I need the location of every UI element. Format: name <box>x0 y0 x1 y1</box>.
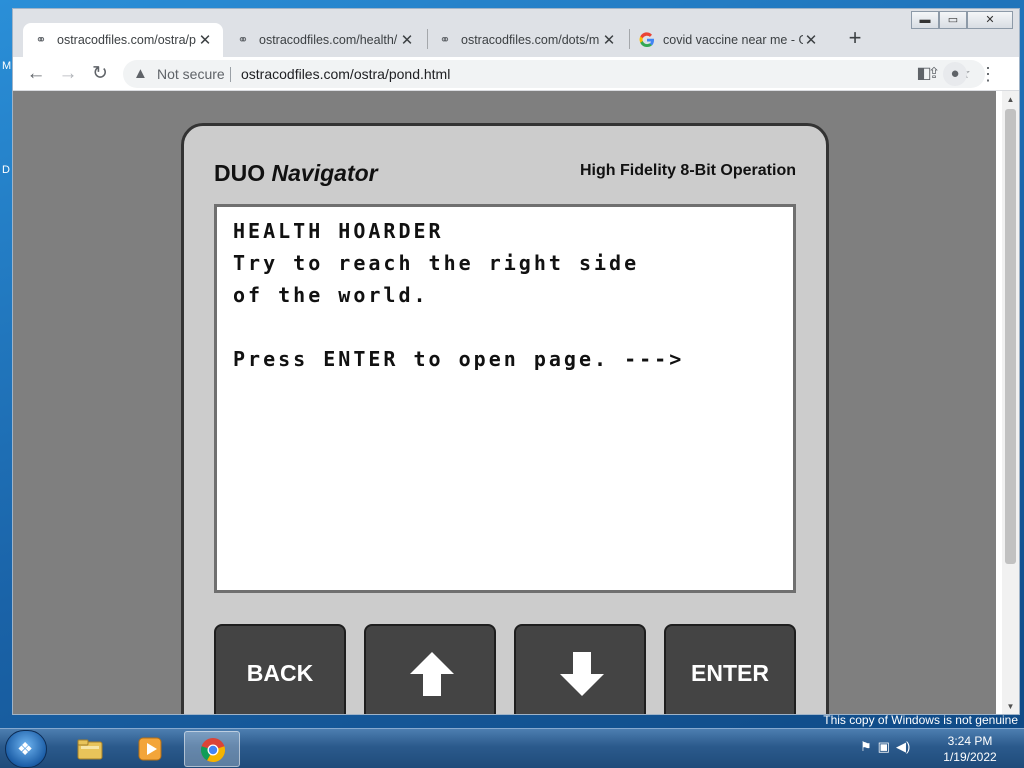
windows-taskbar: ❖ ⚑ ▣ ◀) 3:24 PM 1/19/2022 <box>0 728 1024 768</box>
window-controls: ▬ ▭ ✕ <box>911 11 1013 29</box>
taskbar-media-player[interactable] <box>122 731 178 767</box>
windows-genuine-notice: This copy of Windows is not genuine <box>823 713 1018 727</box>
duo-navigator-device: DUO Navigator High Fidelity 8-Bit Operat… <box>181 123 829 714</box>
profile-avatar-icon[interactable]: ● <box>943 62 967 86</box>
device-subtitle: High Fidelity 8-Bit Operation <box>579 162 796 179</box>
tab-title: covid vaccine near me - G <box>663 33 803 47</box>
close-tab-icon[interactable]: ✕ <box>399 31 415 49</box>
page-scrollbar[interactable]: ▲ ▼ <box>1002 91 1019 714</box>
browser-window: ▬ ▭ ✕ ⚭ ostracodfiles.com/ostra/p ✕ ⚭ os… <box>12 8 1020 715</box>
system-tray: ⚑ ▣ ◀) <box>860 739 910 755</box>
up-arrow-icon <box>410 652 454 696</box>
chrome-icon <box>200 738 226 763</box>
start-button[interactable]: ❖ <box>5 730 47 768</box>
close-tab-icon[interactable]: ✕ <box>803 31 819 49</box>
address-divider <box>230 67 231 82</box>
device-screen: HEALTH HOARDER Try to reach the right si… <box>214 204 796 593</box>
tab-dots[interactable]: ⚭ ostracodfiles.com/dots/m ✕ <box>427 23 627 57</box>
scrollbar-thumb[interactable] <box>1005 109 1016 564</box>
address-bar[interactable]: ▲ Not secure ostracodfiles.com/ostra/pon… <box>123 60 985 88</box>
desktop-edge-text: D <box>2 164 10 176</box>
device-title: DUO Navigator <box>214 160 378 187</box>
device-title-italic: Navigator <box>271 160 378 186</box>
action-center-flag-icon[interactable]: ⚑ <box>860 739 872 755</box>
tab-strip: ▬ ▭ ✕ ⚭ ostracodfiles.com/ostra/p ✕ ⚭ os… <box>13 9 1019 57</box>
folder-icon <box>77 739 103 760</box>
close-window-button[interactable]: ✕ <box>967 11 1013 29</box>
tab-covid-search[interactable]: covid vaccine near me - G ✕ <box>629 23 829 57</box>
down-button[interactable] <box>514 624 646 714</box>
enter-button[interactable]: ENTER <box>664 624 796 714</box>
url-text[interactable]: ostracodfiles.com/ostra/pond.html <box>241 66 450 82</box>
new-tab-button[interactable]: + <box>841 25 869 53</box>
side-panel-icon[interactable]: ◧ <box>911 61 937 87</box>
taskbar-clock[interactable]: 3:24 PM 1/19/2022 <box>930 733 1010 765</box>
enter-button-label: ENTER <box>691 660 769 686</box>
forward-arrow-icon[interactable]: → <box>55 61 81 87</box>
up-button[interactable] <box>364 624 496 714</box>
volume-icon[interactable]: ◀) <box>896 739 910 755</box>
clock-date: 1/19/2022 <box>943 750 997 764</box>
windows-logo-icon: ❖ <box>17 739 34 759</box>
screen-line: Press ENTER to open page. ---> <box>233 347 685 371</box>
maximize-button[interactable]: ▭ <box>939 11 967 29</box>
screen-line: Try to reach the right side <box>233 251 640 275</box>
tab-title: ostracodfiles.com/health/ <box>259 33 398 47</box>
scroll-down-icon[interactable]: ▼ <box>1002 700 1019 714</box>
taskbar-explorer[interactable] <box>62 731 118 767</box>
back-button[interactable]: BACK <box>214 624 346 714</box>
reload-icon[interactable]: ↻ <box>87 61 113 87</box>
tab-title: ostracodfiles.com/ostra/p <box>57 33 196 47</box>
back-button-label: BACK <box>246 660 314 686</box>
taskbar-chrome[interactable] <box>184 731 240 767</box>
close-tab-icon[interactable]: ✕ <box>601 31 617 49</box>
clock-time: 3:24 PM <box>947 734 993 748</box>
page-content: DUO Navigator High Fidelity 8-Bit Operat… <box>13 91 996 714</box>
warning-triangle-icon[interactable]: ▲ <box>133 65 148 82</box>
scroll-up-icon[interactable]: ▲ <box>1002 93 1019 107</box>
browser-toolbar: ← → ↻ ▲ Not secure ostracodfiles.com/ost… <box>13 57 1019 91</box>
chain-link-icon: ⚭ <box>439 32 451 47</box>
chain-link-icon: ⚭ <box>237 32 249 47</box>
tab-health[interactable]: ⚭ ostracodfiles.com/health/ ✕ <box>225 23 425 57</box>
device-title-plain: DUO <box>214 160 266 186</box>
tab-ostra-pond[interactable]: ⚭ ostracodfiles.com/ostra/p ✕ <box>23 23 223 57</box>
media-player-icon <box>138 737 162 761</box>
minimize-button[interactable]: ▬ <box>911 11 939 29</box>
down-arrow-icon <box>560 652 604 696</box>
tab-title: ostracodfiles.com/dots/m <box>461 33 600 47</box>
desktop-edge-text: M <box>2 60 12 72</box>
close-tab-icon[interactable]: ✕ <box>197 31 213 49</box>
security-label[interactable]: Not secure <box>157 66 225 82</box>
network-icon[interactable]: ▣ <box>878 739 890 755</box>
menu-kebab-icon[interactable]: ⋮ <box>975 61 1001 87</box>
screen-line: HEALTH HOARDER <box>233 219 444 243</box>
google-icon <box>639 32 655 48</box>
back-arrow-icon[interactable]: ← <box>23 61 49 87</box>
chain-link-icon: ⚭ <box>35 32 47 47</box>
screen-line: of the world. <box>233 283 429 307</box>
